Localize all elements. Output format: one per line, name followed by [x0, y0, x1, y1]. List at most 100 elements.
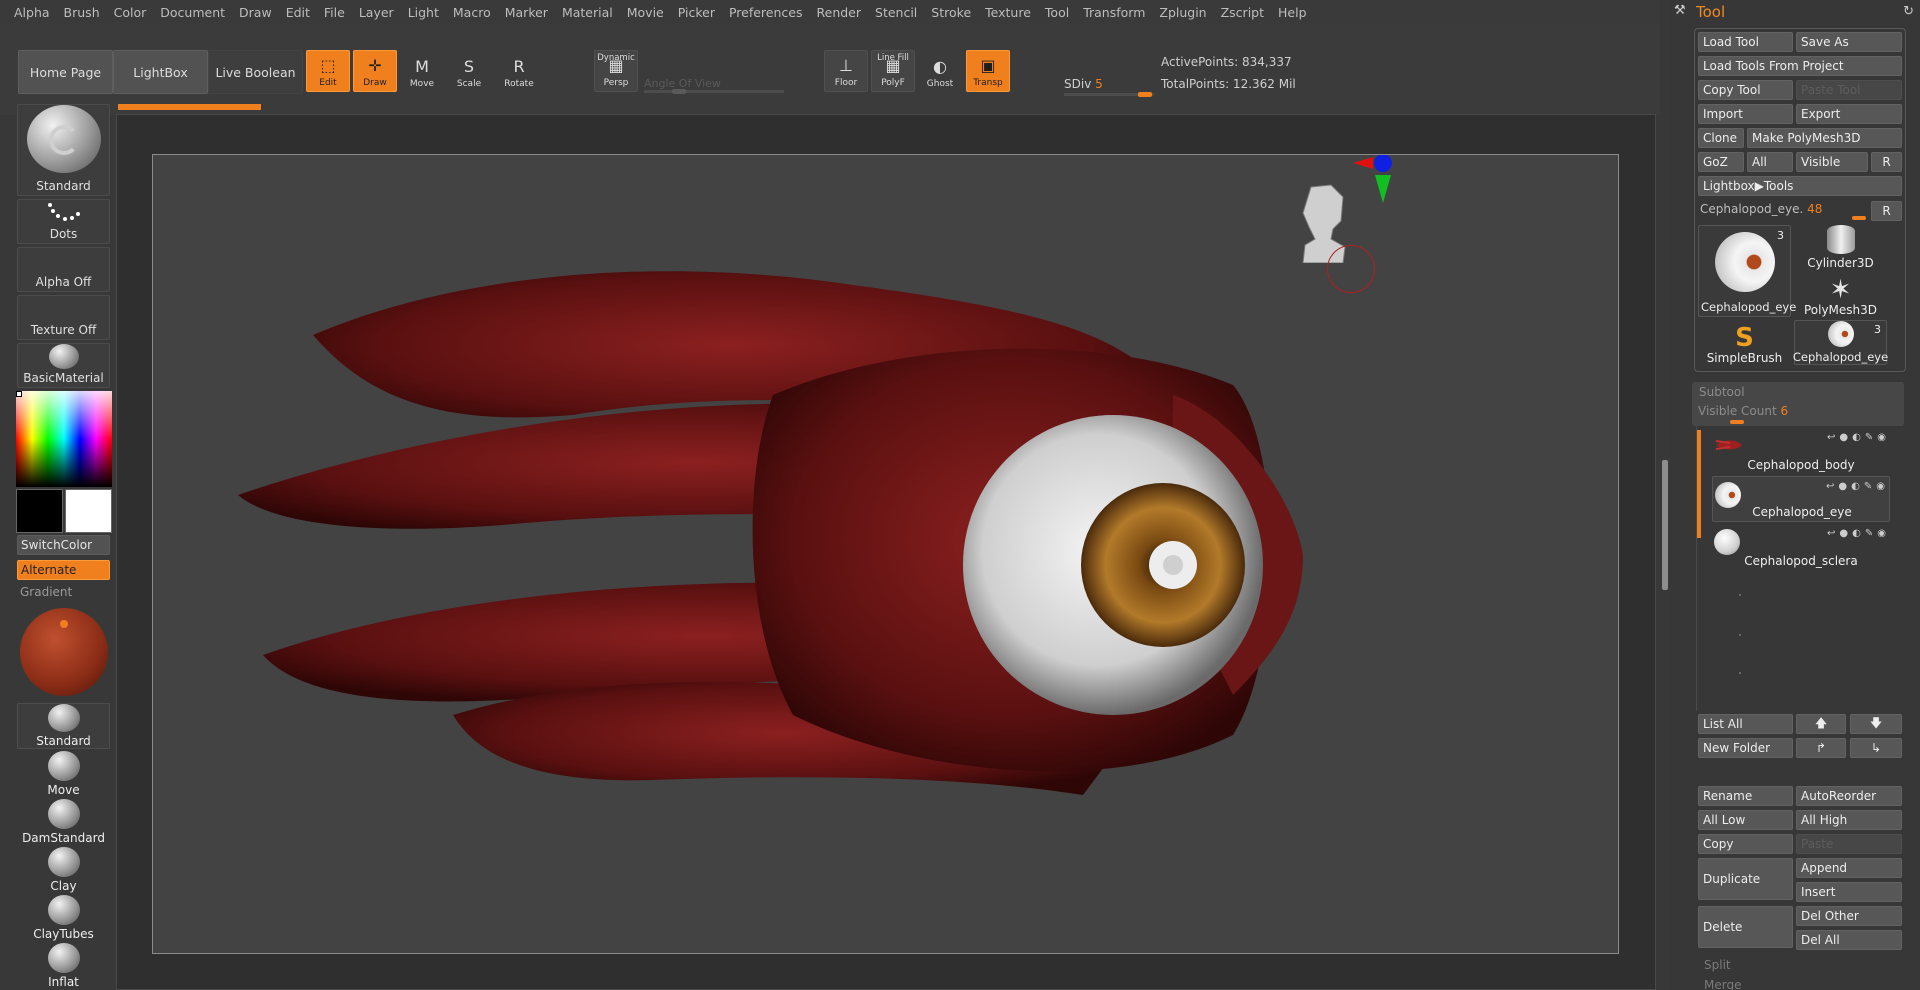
paste-subtool-button[interactable]: Paste [1796, 834, 1902, 854]
subtool-scrollbar[interactable] [1697, 430, 1701, 538]
alternate-button[interactable]: Alternate [17, 560, 110, 580]
brush-claytubes[interactable]: ClayTubes [17, 895, 110, 941]
brush-move[interactable]: Move [17, 751, 110, 797]
polypaint-toggle-icon[interactable]: ● [1838, 481, 1847, 492]
tool-thumb-simplebrush[interactable]: S SimpleBrush [1698, 320, 1791, 365]
color-picker-cursor[interactable] [16, 391, 22, 397]
material-selector[interactable]: BasicMaterial [17, 343, 110, 388]
rename-button[interactable]: Rename [1698, 786, 1793, 806]
lightbox-tools-button[interactable]: Lightbox▶Tools [1698, 176, 1902, 196]
duplicate-button[interactable]: Duplicate [1698, 858, 1793, 900]
menu-render[interactable]: Render [817, 5, 862, 20]
current-tool-r-button[interactable]: R [1871, 201, 1902, 221]
move-out-folder-button[interactable]: ↳ [1850, 738, 1902, 758]
viewport-scrollbar[interactable] [1662, 460, 1668, 590]
subtool-row-eye[interactable]: ↩ ● ◐ ✎ ◉ Cephalopod_eye [1712, 476, 1890, 522]
menu-transform[interactable]: Transform [1083, 5, 1145, 20]
goz-r-button[interactable]: R [1871, 152, 1902, 172]
goz-button[interactable]: GoZ [1698, 152, 1744, 172]
secondary-color-swatch[interactable] [65, 489, 112, 533]
brush-toggle-icon[interactable]: ✎ [1864, 481, 1872, 492]
edit-mode-button[interactable]: ⬚ Edit [306, 50, 350, 92]
move-mode-button[interactable]: M Move [400, 50, 444, 92]
menu-brush[interactable]: Brush [64, 5, 100, 20]
brush-damstandard[interactable]: DamStandard [17, 799, 110, 845]
solo-toggle-icon[interactable]: ◐ [1852, 432, 1861, 443]
rotate-mode-button[interactable]: R Rotate [497, 50, 541, 92]
menu-material[interactable]: Material [562, 5, 613, 20]
solo-toggle-icon[interactable]: ◐ [1852, 528, 1861, 539]
folder-arrow-icon[interactable]: ↩ [1827, 528, 1835, 539]
folder-arrow-icon[interactable]: ↩ [1826, 481, 1834, 492]
save-as-button[interactable]: Save As [1796, 32, 1902, 52]
menu-stencil[interactable]: Stencil [875, 5, 917, 20]
menu-zscript[interactable]: Zscript [1221, 5, 1264, 20]
visibility-eye-icon[interactable]: ◉ [1877, 528, 1886, 539]
list-all-button[interactable]: List All [1698, 714, 1793, 734]
import-button[interactable]: Import [1698, 104, 1793, 124]
subtool-header[interactable]: Subtool Visible Count 6 [1692, 382, 1904, 426]
brush-toggle-icon[interactable]: ✎ [1865, 528, 1873, 539]
menu-picker[interactable]: Picker [678, 5, 715, 20]
split-section[interactable]: Split [1704, 958, 1731, 972]
del-other-button[interactable]: Del Other [1796, 906, 1902, 926]
scale-mode-button[interactable]: S Scale [447, 50, 491, 92]
brush-inflat[interactable]: Inflat [17, 943, 110, 989]
all-low-button[interactable]: All Low [1698, 810, 1793, 830]
menu-alpha[interactable]: Alpha [14, 5, 50, 20]
stroke-selector[interactable]: Dots [17, 199, 110, 244]
tool-thumb-polymesh3d[interactable]: ✶ PolyMesh3D [1794, 272, 1887, 317]
load-tool-button[interactable]: Load Tool [1698, 32, 1793, 52]
menu-layer[interactable]: Layer [359, 5, 394, 20]
menu-draw[interactable]: Draw [239, 5, 272, 20]
tool-palette-title[interactable]: Tool [1696, 3, 1725, 21]
menu-stroke[interactable]: Stroke [931, 5, 971, 20]
goz-visible-button[interactable]: Visible [1796, 152, 1868, 172]
tool-thumb-cylinder3d[interactable]: Cylinder3D [1794, 225, 1887, 270]
color-picker[interactable] [16, 391, 112, 487]
menu-edit[interactable]: Edit [286, 5, 310, 20]
copy-tool-button[interactable]: Copy Tool [1698, 80, 1793, 100]
load-tools-from-project-button[interactable]: Load Tools From Project [1698, 56, 1902, 76]
append-button[interactable]: Append [1796, 858, 1902, 878]
make-polymesh3d-button[interactable]: Make PolyMesh3D [1747, 128, 1902, 148]
menu-macro[interactable]: Macro [453, 5, 491, 20]
menu-tool[interactable]: Tool [1045, 5, 1069, 20]
polypaint-toggle-icon[interactable]: ● [1839, 528, 1848, 539]
all-high-button[interactable]: All High [1796, 810, 1902, 830]
angle-of-view-slider[interactable] [644, 90, 784, 93]
clone-button[interactable]: Clone [1698, 128, 1744, 148]
angle-of-view-handle[interactable] [672, 89, 686, 94]
menu-file[interactable]: File [324, 5, 345, 20]
copy-subtool-button[interactable]: Copy [1698, 834, 1793, 854]
move-up-button[interactable]: 🡅 [1796, 714, 1846, 734]
merge-section[interactable]: Merge [1704, 978, 1741, 990]
export-button[interactable]: Export [1796, 104, 1902, 124]
insert-button[interactable]: Insert [1796, 882, 1902, 902]
paste-tool-button[interactable]: Paste Tool [1796, 80, 1902, 100]
solo-toggle-icon[interactable]: ◐ [1851, 481, 1860, 492]
tool-thumb-cephalopod-eye-small[interactable]: 3 Cephalopod_eye [1793, 320, 1888, 365]
perspective-button[interactable]: Dynamic ▦ Persp [594, 50, 638, 92]
autoreorder-button[interactable]: AutoReorder [1796, 786, 1902, 806]
move-down-button[interactable]: 🡇 [1850, 714, 1902, 734]
home-page-button[interactable]: Home Page [18, 50, 113, 94]
visibility-eye-icon[interactable]: ◉ [1876, 481, 1885, 492]
live-boolean-button[interactable]: Live Boolean [208, 50, 303, 94]
goz-all-button[interactable]: All [1747, 152, 1793, 172]
delete-button[interactable]: Delete [1698, 906, 1793, 948]
current-tool-slider-handle[interactable] [1852, 216, 1866, 220]
y-axis-icon[interactable] [1375, 175, 1391, 203]
menu-light[interactable]: Light [408, 5, 439, 20]
ghost-button[interactable]: ◐ Ghost [918, 50, 962, 92]
tool-thumb-cephalopod-eye[interactable]: 3 Cephalopod_eye [1698, 225, 1796, 317]
floor-button[interactable]: ⊥ Floor [824, 50, 868, 92]
transp-button[interactable]: ▣ Transp [966, 50, 1010, 92]
visible-count-handle[interactable] [1730, 420, 1744, 424]
move-into-folder-button[interactable]: ↱ [1796, 738, 1846, 758]
texture-selector[interactable]: Texture Off [17, 295, 110, 340]
menu-texture[interactable]: Texture [985, 5, 1031, 20]
menu-marker[interactable]: Marker [505, 5, 548, 20]
x-axis-icon[interactable] [1353, 157, 1373, 169]
sdiv-handle[interactable] [1138, 92, 1152, 97]
